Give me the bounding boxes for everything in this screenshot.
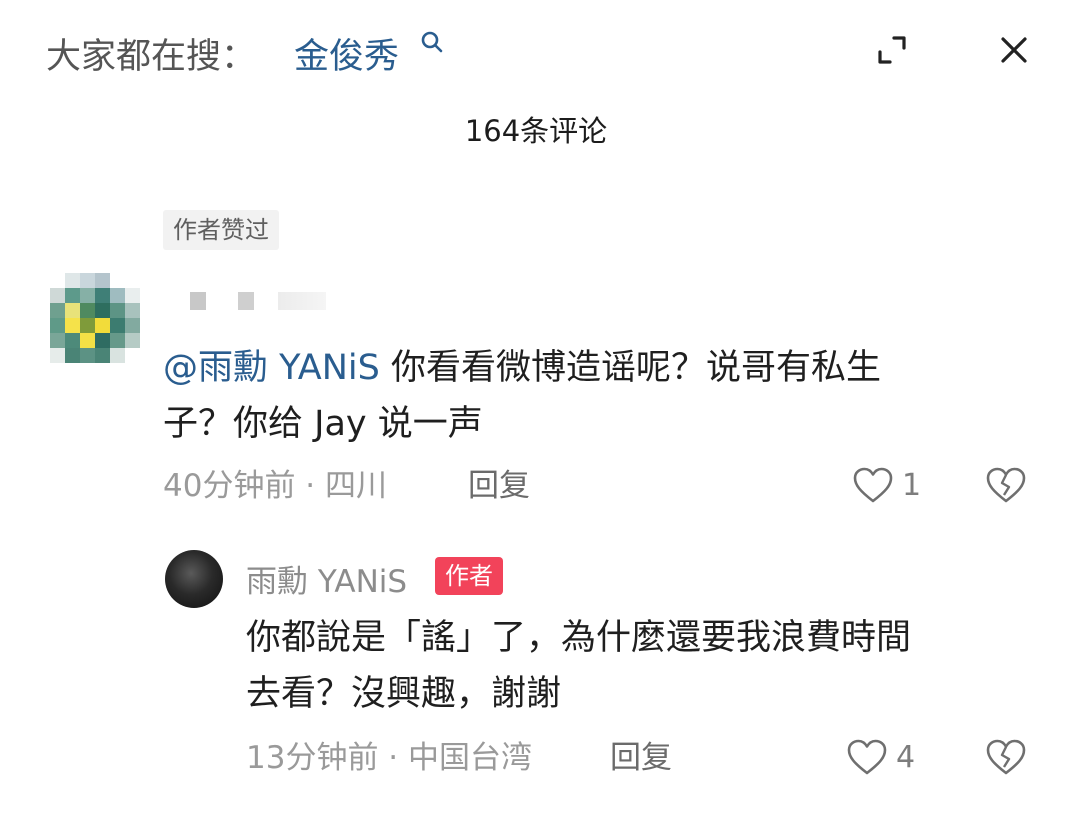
comment-count-title: 164条评论: [464, 114, 608, 148]
top-bar: 大家都在搜： 金俊秀: [0, 0, 1072, 100]
heart-icon[interactable]: [846, 738, 888, 778]
search-icon[interactable]: [420, 30, 448, 58]
avatar[interactable]: [50, 273, 140, 363]
reply-like-count: 4: [896, 740, 916, 775]
comment-text: @雨勳 YANiS 你看看微博造谣呢？说哥有私生 子？你给 Jay 说一声: [163, 340, 1033, 452]
blurred-username: [170, 290, 340, 314]
author-liked-badge: 作者赞过: [163, 210, 279, 250]
reply-username[interactable]: 雨勳 YANiS: [246, 556, 407, 601]
search-term-link[interactable]: 金俊秀: [294, 28, 399, 79]
expand-icon[interactable]: [874, 32, 910, 68]
reply-avatar[interactable]: [165, 550, 223, 608]
mention-link[interactable]: @雨勳 YANiS: [163, 348, 380, 388]
reply-reply-button[interactable]: 回复: [610, 738, 672, 778]
reply-text-line1: 你都說是「謠」了，為什麼還要我浪費時間: [246, 618, 912, 658]
broken-heart-icon[interactable]: [985, 466, 1027, 506]
heart-icon[interactable]: [852, 466, 894, 506]
like-count: 1: [902, 468, 922, 503]
comment-meta: 40分钟前 · 四川 回复: [163, 466, 563, 506]
reply-time-location: 13分钟前 · 中国台湾: [246, 740, 533, 776]
comment-text-line2: 子？你给 Jay 说一声: [163, 404, 483, 444]
reply-text: 你都說是「謠」了，為什麼還要我浪費時間 去看？沒興趣，謝謝: [246, 610, 1046, 722]
comment-text-line1: 你看看微博造谣呢？说哥有私生: [379, 348, 881, 388]
comment-time-location: 40分钟前 · 四川: [163, 468, 388, 504]
author-badge: 作者: [435, 557, 503, 595]
reply-meta: 13分钟前 · 中国台湾 回复: [246, 738, 696, 778]
search-prefix: 大家都在搜：: [46, 37, 257, 77]
reply-text-line2: 去看？沒興趣，謝謝: [246, 674, 562, 714]
broken-heart-icon[interactable]: [985, 738, 1027, 778]
close-icon[interactable]: [996, 32, 1032, 68]
reply-button[interactable]: 回复: [468, 466, 530, 506]
